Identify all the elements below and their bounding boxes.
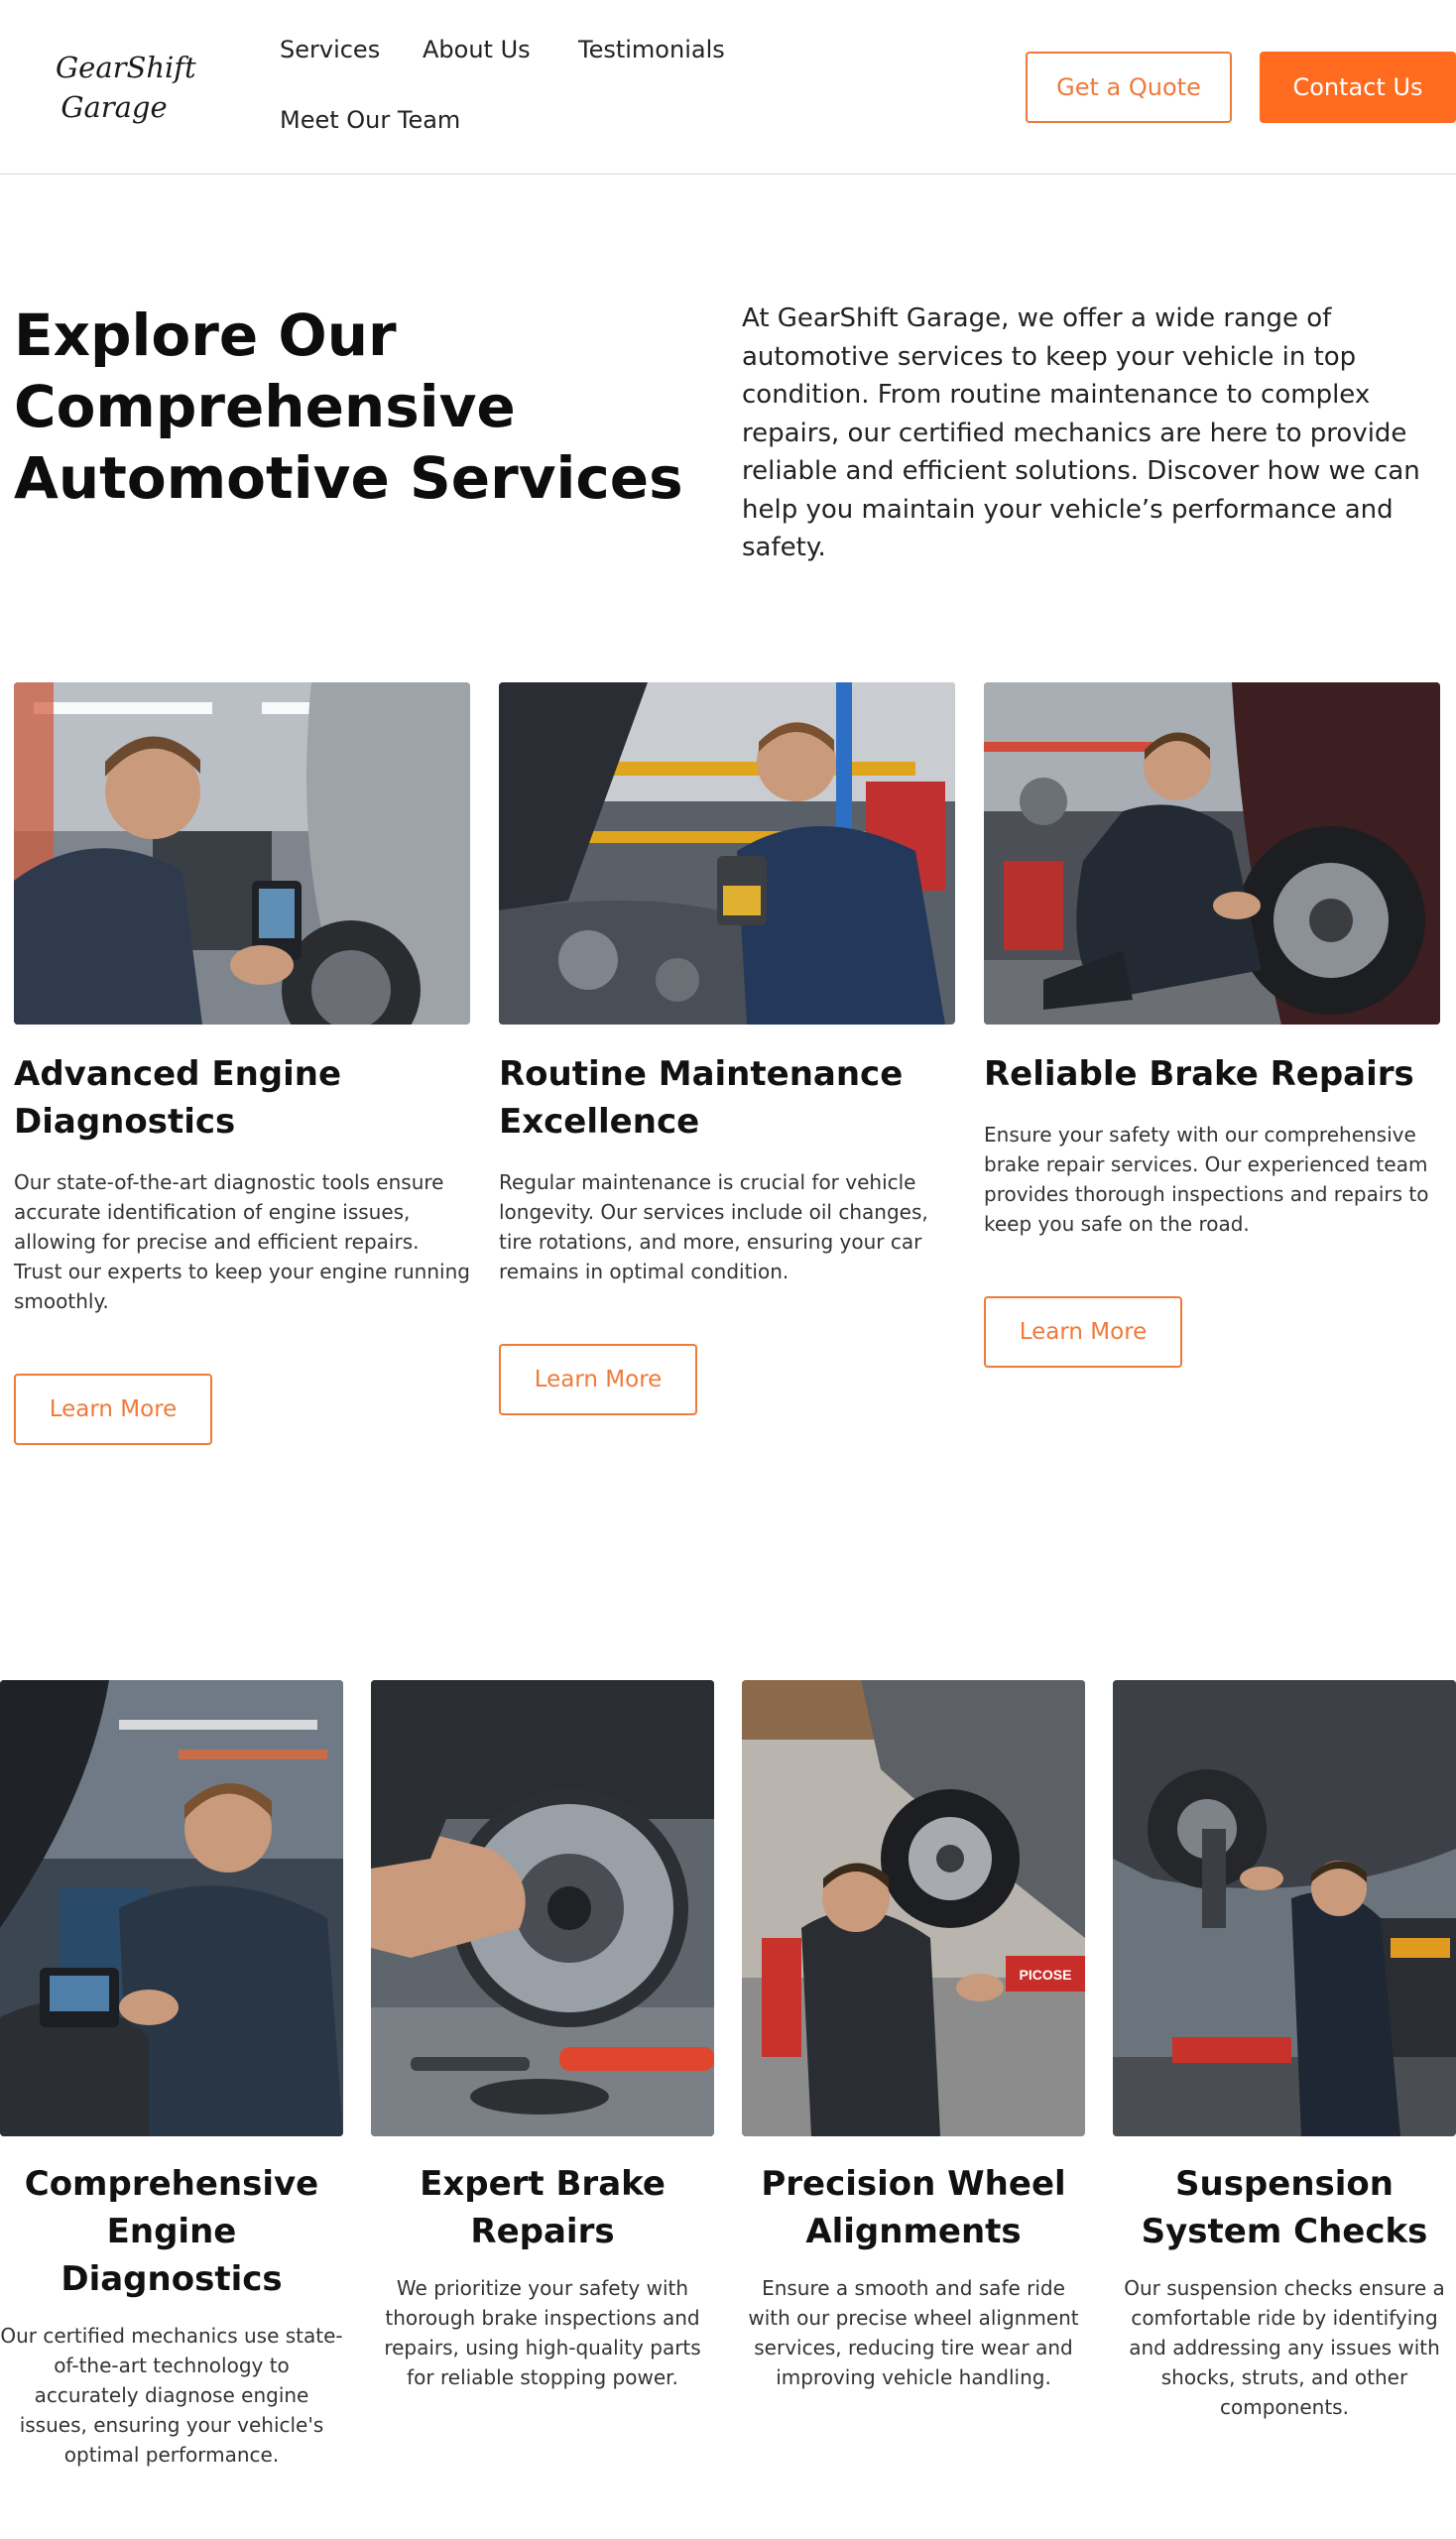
- service-card-suspension: Suspension System Checks Our suspension …: [1113, 1680, 1456, 2422]
- nav-testimonials[interactable]: Testimonials: [578, 36, 725, 63]
- get-a-quote-button[interactable]: Get a Quote: [1026, 52, 1232, 123]
- service-card-brake-repairs: Reliable Brake Repairs Ensure your safet…: [984, 682, 1440, 1368]
- site-header: GearShift Garage Services About Us Testi…: [0, 0, 1456, 175]
- logo[interactable]: GearShift Garage: [56, 48, 196, 127]
- suspension-check-photo: [1113, 1680, 1456, 2136]
- service-title: Comprehensive Engine Diagnostics: [24, 2164, 319, 2299]
- service-description: Our suspension checks ensure a comfortab…: [1124, 2276, 1445, 2419]
- nav-meet-our-team[interactable]: Meet Our Team: [280, 106, 460, 134]
- service-card-comprehensive-diagnostics: Comprehensive Engine Diagnostics Our cer…: [0, 1680, 343, 2470]
- service-description: Our certified mechanics use state-of-the…: [0, 2324, 343, 2467]
- service-title: Expert Brake Repairs: [420, 2164, 666, 2251]
- service-title: Suspension System Checks: [1141, 2164, 1428, 2251]
- learn-more-button[interactable]: Learn More: [499, 1344, 697, 1415]
- service-title: Advanced Engine Diagnostics: [14, 1054, 342, 1142]
- service-card-expert-brake: Expert Brake Repairs We prioritize your …: [371, 1680, 714, 2392]
- service-description: We prioritize your safety with thorough …: [384, 2276, 701, 2389]
- contact-us-button[interactable]: Contact Us: [1260, 52, 1456, 123]
- service-title: Reliable Brake Repairs: [984, 1054, 1414, 1094]
- mechanic-oil-change-photo: [499, 682, 955, 1025]
- learn-more-button[interactable]: Learn More: [14, 1374, 212, 1445]
- service-description: Ensure a smooth and safe ride with our p…: [748, 2276, 1079, 2389]
- logo-line-1: GearShift: [56, 51, 196, 84]
- service-card-routine-maintenance: Routine Maintenance Excellence Regular m…: [499, 682, 955, 1415]
- service-card-wheel-alignments: PICOSE Precision Wheel Alignments Ensure…: [742, 1680, 1085, 2392]
- service-card-engine-diagnostics: Advanced Engine Diagnostics Our state-of…: [14, 682, 470, 1445]
- service-title: Routine Maintenance Excellence: [499, 1054, 904, 1142]
- intro-paragraph: At GearShift Garage, we offer a wide ran…: [742, 303, 1420, 562]
- service-description: Regular maintenance is crucial for vehic…: [499, 1170, 928, 1283]
- photo-sign-text: PICOSE: [1020, 1967, 1072, 1983]
- nav-about-us[interactable]: About Us: [423, 36, 531, 63]
- mechanic-diagnostic-photo: [14, 682, 470, 1025]
- nav-services[interactable]: Services: [280, 36, 380, 63]
- service-description: Our state-of-the-art diagnostic tools en…: [14, 1170, 470, 1313]
- learn-more-button[interactable]: Learn More: [984, 1296, 1182, 1368]
- brake-disc-photo: [371, 1680, 714, 2136]
- service-title: Precision Wheel Alignments: [761, 2164, 1066, 2251]
- mechanic-brake-photo: [984, 682, 1440, 1025]
- page-title: Explore Our Comprehensive Automotive Ser…: [14, 302, 683, 512]
- logo-line-2: Garage: [61, 90, 168, 124]
- service-description: Ensure your safety with our comprehensiv…: [984, 1123, 1429, 1236]
- wheel-alignment-photo: PICOSE: [742, 1680, 1085, 2136]
- engine-diagnostics-photo: [0, 1680, 343, 2136]
